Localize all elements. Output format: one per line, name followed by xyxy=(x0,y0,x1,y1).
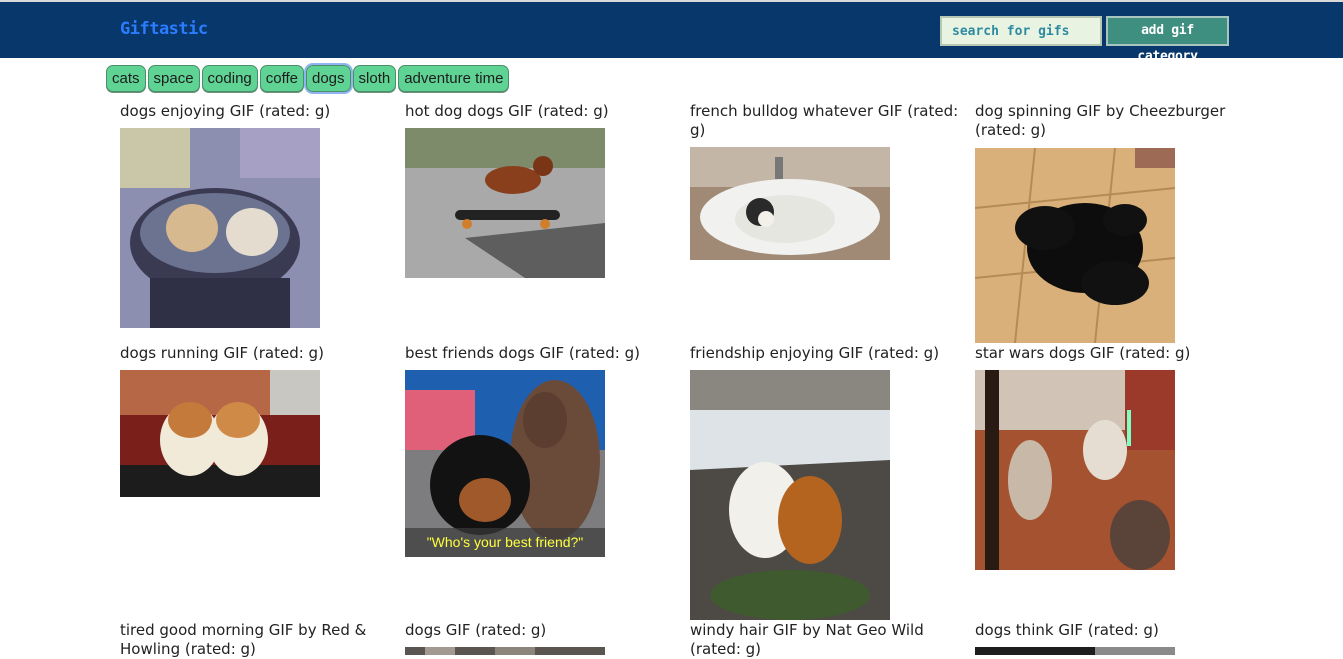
gif-item: dog spinning GIF by Cheezburger (rated: … xyxy=(975,102,1245,343)
category-button-space[interactable]: space xyxy=(147,65,200,92)
gif-caption: tired good morning GIF by Red & Howling … xyxy=(120,621,367,658)
gif-image-best-friends[interactable]: "Who's your best friend?" xyxy=(405,370,605,557)
gif-caption: dogs enjoying GIF (rated: g) xyxy=(120,102,331,120)
gif-caption: windy hair GIF by Nat Geo Wild (rated: g… xyxy=(690,621,924,658)
gif-overlay-caption: "Who's your best friend?" xyxy=(426,534,584,550)
gif-caption: best friends dogs GIF (rated: g) xyxy=(405,344,640,362)
category-button-coding[interactable]: coding xyxy=(201,65,258,92)
gif-item: hot dog dogs GIF (rated: g) xyxy=(405,102,675,278)
gif-caption: star wars dogs GIF (rated: g) xyxy=(975,344,1191,362)
gif-image-dogs-think[interactable] xyxy=(975,647,1175,655)
gif-caption: dog spinning GIF by Cheezburger (rated: … xyxy=(975,102,1226,139)
gif-caption: friendship enjoying GIF (rated: g) xyxy=(690,344,940,362)
category-button-cats[interactable]: cats xyxy=(106,65,146,92)
gif-caption: dogs GIF (rated: g) xyxy=(405,621,547,639)
category-button-coffe[interactable]: coffe xyxy=(259,65,304,92)
gif-item: friendship enjoying GIF (rated: g) xyxy=(690,344,960,620)
gif-image-french-bulldog[interactable] xyxy=(690,147,890,260)
add-gif-category-button[interactable]: add gif category xyxy=(1106,16,1229,64)
category-button-adventure-time[interactable]: adventure time xyxy=(398,65,510,92)
gif-image-dogs-enjoying[interactable] xyxy=(120,128,320,328)
gif-image-hot-dog[interactable] xyxy=(405,128,605,278)
gif-item: dogs GIF (rated: g) xyxy=(405,621,675,655)
brand-logo[interactable]: Giftastic xyxy=(120,19,208,39)
gif-image-star-wars[interactable] xyxy=(975,370,1175,570)
gif-item: windy hair GIF by Nat Geo Wild (rated: g… xyxy=(690,621,960,659)
gif-caption: dogs think GIF (rated: g) xyxy=(975,621,1159,639)
gif-image-dogs[interactable] xyxy=(405,647,605,655)
gif-item: best friends dogs GIF (rated: g) "Who's … xyxy=(405,344,675,557)
category-button-sloth[interactable]: sloth xyxy=(352,65,397,92)
gif-caption: french bulldog whatever GIF (rated: g) xyxy=(690,102,959,139)
category-button-dogs[interactable]: dogs xyxy=(304,63,353,94)
gif-item: star wars dogs GIF (rated: g) xyxy=(975,344,1245,570)
gif-image-friendship[interactable] xyxy=(690,370,890,620)
navbar: Giftastic add gif category xyxy=(0,2,1343,64)
gif-image-dog-spinning[interactable] xyxy=(975,148,1175,343)
gif-item: tired good morning GIF by Red & Howling … xyxy=(120,621,390,659)
gif-item: dogs running GIF (rated: g) xyxy=(120,344,390,497)
gif-image-dogs-running[interactable] xyxy=(120,370,320,497)
category-buttons: cats space coding coffe dogs sloth adven… xyxy=(106,63,510,94)
search-input[interactable] xyxy=(940,16,1102,46)
gif-item: dogs think GIF (rated: g) xyxy=(975,621,1245,655)
gif-item: french bulldog whatever GIF (rated: g) xyxy=(690,102,960,260)
gif-item: dogs enjoying GIF (rated: g) xyxy=(120,102,390,328)
gif-caption: dogs running GIF (rated: g) xyxy=(120,344,324,362)
gif-caption: hot dog dogs GIF (rated: g) xyxy=(405,102,609,120)
